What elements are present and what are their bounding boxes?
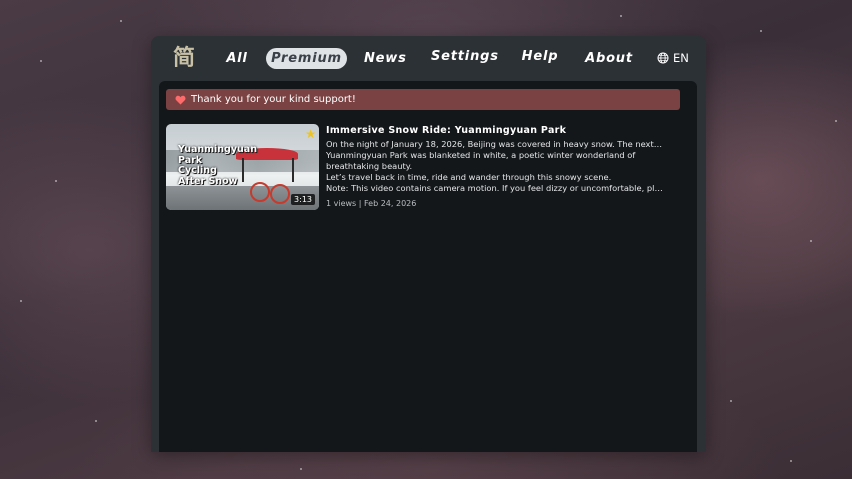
- top-navbar: 简 All Premium News Settings Help About E…: [151, 36, 706, 81]
- tab-premium[interactable]: Premium: [266, 48, 347, 69]
- description-line: On the night of January 18, 2026, Beijin…: [326, 139, 664, 149]
- thumbnail-overlay-text: Yuanmingyuan Park Cycling After Snow: [178, 144, 257, 187]
- video-thumbnail[interactable]: Yuanmingyuan Park Cycling After Snow ★ 3…: [166, 124, 319, 210]
- heart-icon: [175, 95, 186, 104]
- app-window: 简 All Premium News Settings Help About E…: [151, 36, 706, 452]
- tab-news[interactable]: News: [364, 48, 406, 69]
- tab-about[interactable]: About: [584, 48, 634, 69]
- video-meta: 1 views | Feb 24, 2026: [326, 199, 417, 208]
- tab-settings[interactable]: Settings: [431, 46, 498, 67]
- star-icon[interactable]: ★: [305, 128, 316, 140]
- video-title[interactable]: Immersive Snow Ride: Yuanmingyuan Park: [326, 124, 664, 138]
- tab-all[interactable]: All: [222, 48, 252, 69]
- globe-icon: [657, 52, 669, 64]
- video-duration: 3:13: [291, 194, 315, 205]
- video-card[interactable]: Yuanmingyuan Park Cycling After Snow ★ 3…: [166, 124, 666, 214]
- bike-wheel: [270, 184, 290, 204]
- language-label: EN: [673, 51, 689, 65]
- video-info: Immersive Snow Ride: Yuanmingyuan Park O…: [326, 124, 664, 209]
- content-panel: Thank you for your kind support! Yuanmin…: [159, 81, 697, 452]
- banner-text: Thank you for your kind support!: [191, 94, 356, 105]
- description-line: Note: This video contains camera motion.…: [326, 183, 664, 193]
- language-selector[interactable]: EN: [657, 50, 689, 66]
- support-banner: Thank you for your kind support!: [166, 89, 680, 110]
- tab-help[interactable]: Help: [521, 46, 559, 67]
- description-line: Let’s travel back in time, ride and wand…: [326, 172, 612, 182]
- app-logo[interactable]: 简: [172, 46, 196, 70]
- video-description: On the night of January 18, 2026, Beijin…: [326, 139, 664, 194]
- description-line: Yuanmingyuan Park was blanketed in white…: [326, 150, 636, 160]
- description-line: breathtaking beauty.: [326, 161, 413, 171]
